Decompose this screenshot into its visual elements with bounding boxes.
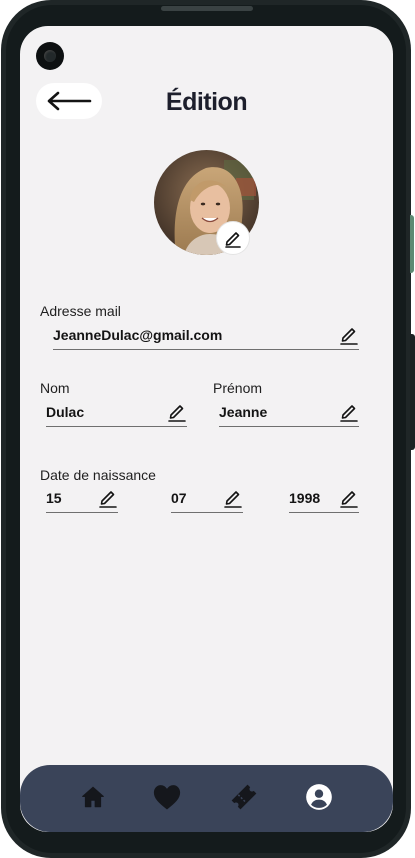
power-button	[410, 334, 415, 450]
phone-frame: Édition Adresse mail JeanneDulac@gmail.c…	[1, 0, 415, 858]
screen: Édition Adresse mail JeanneDulac@gmail.c…	[20, 26, 393, 832]
birth-month-field[interactable]: 07	[171, 487, 243, 513]
volume-button	[410, 215, 414, 273]
edit-photo-button[interactable]	[216, 221, 250, 255]
first-name-field[interactable]: Jeanne	[219, 401, 359, 427]
pencil-icon	[168, 405, 186, 422]
last-name-label: Nom	[40, 380, 70, 396]
nav-home[interactable]	[78, 782, 108, 812]
first-name-label: Prénom	[213, 380, 263, 396]
pencil-icon	[340, 405, 358, 422]
front-camera	[36, 42, 64, 70]
last-name-value: Dulac	[46, 404, 85, 420]
bottom-nav	[20, 765, 393, 832]
edit-birth-month-button[interactable]	[223, 487, 243, 509]
ticket-icon	[231, 784, 257, 810]
birth-date-label: Date de naissance	[40, 467, 156, 483]
pencil-icon	[99, 491, 117, 508]
email-field[interactable]: JeanneDulac@gmail.com	[53, 324, 359, 350]
speaker-slit	[161, 6, 253, 11]
profile-photo	[154, 150, 259, 255]
birth-year-field[interactable]: 1998	[289, 487, 359, 513]
last-name-field[interactable]: Dulac	[46, 401, 187, 427]
edit-last-name-button[interactable]	[167, 401, 187, 423]
edit-birth-year-button[interactable]	[339, 487, 359, 509]
email-label: Adresse mail	[40, 303, 121, 319]
edit-email-button[interactable]	[339, 324, 359, 346]
edit-birth-day-button[interactable]	[98, 487, 118, 509]
birth-month-value: 07	[171, 490, 187, 506]
pencil-icon	[340, 491, 358, 508]
page-title: Édition	[165, 88, 248, 116]
birth-day-field[interactable]: 15	[46, 487, 118, 513]
user-circle-icon	[306, 784, 332, 810]
first-name-value: Jeanne	[219, 404, 268, 420]
edit-first-name-button[interactable]	[339, 401, 359, 423]
nav-profile[interactable]	[304, 782, 334, 812]
heart-icon	[153, 785, 181, 810]
home-icon	[82, 786, 104, 808]
email-value: JeanneDulac@gmail.com	[53, 327, 223, 343]
pencil-icon	[224, 491, 242, 508]
birth-day-value: 15	[46, 490, 62, 506]
pencil-icon	[225, 232, 241, 248]
nav-tickets[interactable]	[229, 782, 259, 812]
birth-year-value: 1998	[289, 490, 321, 506]
pencil-icon	[340, 328, 358, 345]
nav-favorites[interactable]	[152, 782, 182, 812]
